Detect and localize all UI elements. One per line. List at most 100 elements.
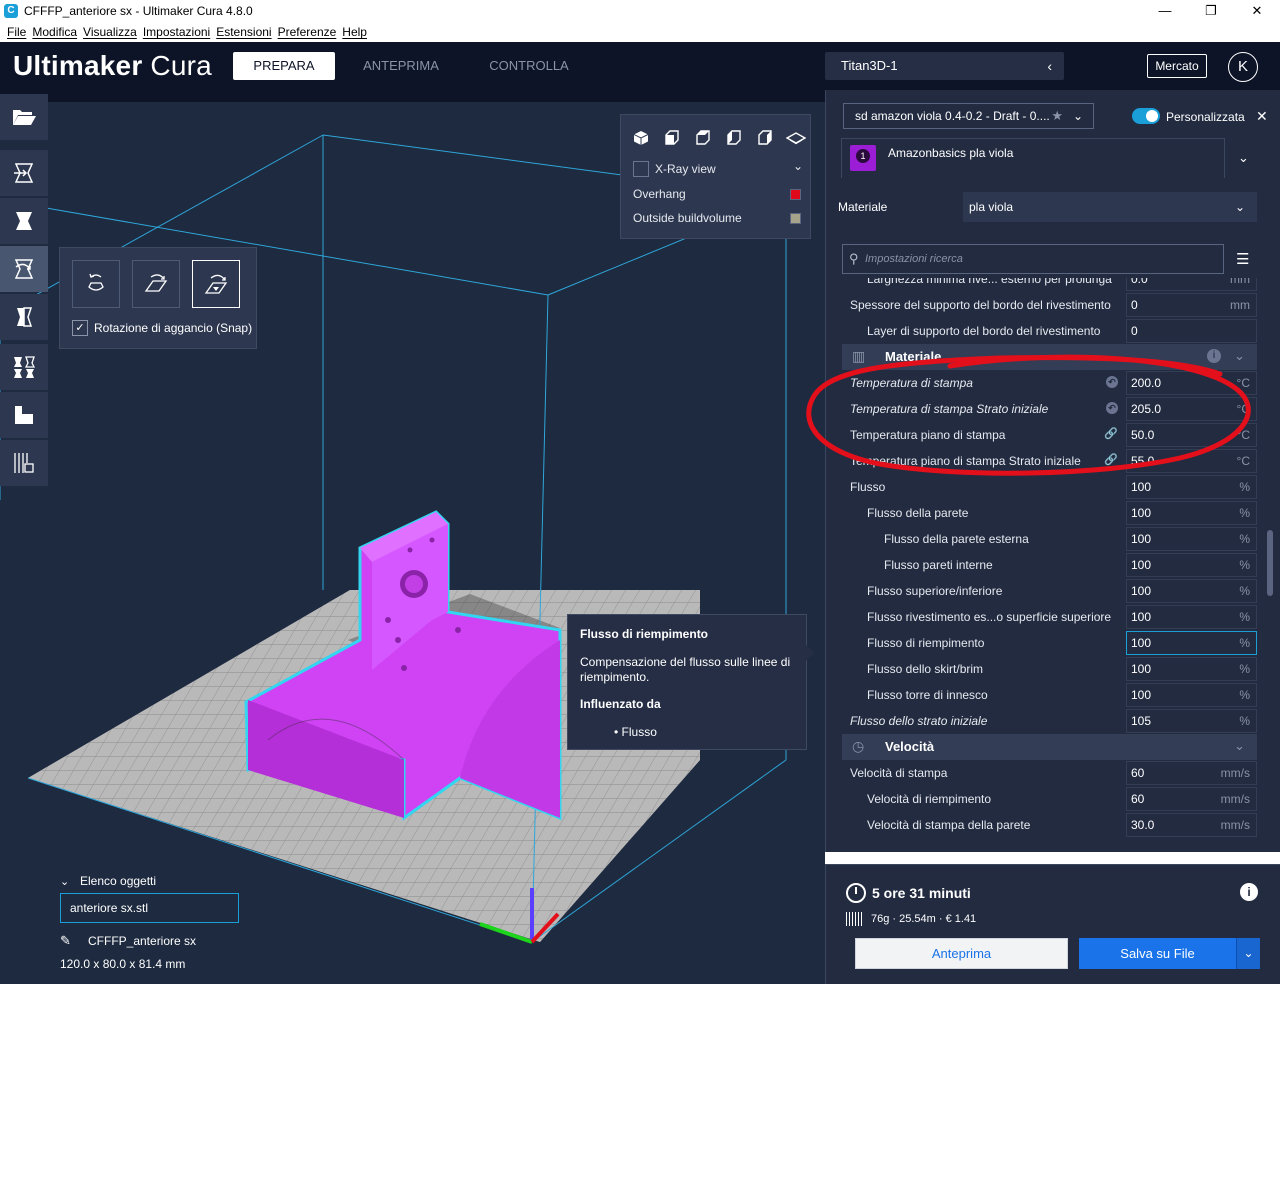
setting-value-input[interactable]: 55.0 °C bbox=[1126, 449, 1257, 473]
setting-value-input[interactable]: 0 bbox=[1126, 319, 1257, 343]
xray-view-selector[interactable]: X-Ray view ⌄ bbox=[633, 159, 803, 179]
setting-unit: % bbox=[1239, 688, 1250, 702]
mirror-tool-button[interactable] bbox=[0, 294, 48, 340]
setting-value-input[interactable]: 0 mm bbox=[1126, 293, 1257, 317]
settings-search-input[interactable]: ⚲ Impostazioni ricerca bbox=[842, 244, 1224, 274]
outside-buildvolume-swatch bbox=[790, 213, 801, 224]
3d-viewport[interactable]: Flusso di riempimento Compensazione del … bbox=[0, 102, 825, 984]
category-material[interactable]: ▥ Materiale i ⌄ bbox=[842, 344, 1257, 370]
3d-view-icon[interactable] bbox=[631, 129, 651, 147]
setting-label: Flusso pareti interne bbox=[884, 558, 993, 572]
extruder-tab[interactable]: 1 Amazonbasics pla viola bbox=[841, 138, 1225, 178]
support-blocker-button[interactable] bbox=[0, 392, 48, 438]
custom-mode-toggle[interactable] bbox=[1132, 108, 1160, 124]
minimize-button[interactable]: — bbox=[1142, 0, 1188, 22]
setting-label: Velocità di stampa bbox=[850, 766, 948, 780]
left-view-icon[interactable] bbox=[724, 129, 744, 147]
preview-button[interactable]: Anteprima bbox=[855, 938, 1068, 969]
object-list-header[interactable]: ⌄ Elenco oggetti bbox=[60, 872, 260, 890]
setting-value-input[interactable]: 100% bbox=[1126, 553, 1257, 577]
close-panel-button[interactable]: ✕ bbox=[1256, 108, 1268, 125]
setting-value-input[interactable]: 0.0 mm bbox=[1126, 278, 1257, 291]
setting-value-input[interactable]: 200.0 °C bbox=[1126, 371, 1257, 395]
setting-value-input[interactable]: 50.0 °C bbox=[1126, 423, 1257, 447]
custom-supports-button[interactable] bbox=[0, 440, 48, 486]
setting-value: 0 bbox=[1131, 298, 1138, 312]
setting-value-input[interactable]: 205.0 °C bbox=[1126, 397, 1257, 421]
setting-value: 205.0 bbox=[1131, 402, 1162, 416]
profile-selector[interactable]: sd amazon viola 0.4-0.2 - Draft - 0.... … bbox=[843, 103, 1094, 129]
legend-overhang: Overhang bbox=[633, 187, 801, 203]
setting-value: 30.0 bbox=[1131, 818, 1155, 832]
tab-monitor[interactable]: CONTROLLA bbox=[478, 52, 580, 80]
menu-extensions[interactable]: Estensioni bbox=[213, 25, 274, 39]
settings-scrollbar[interactable] bbox=[1267, 530, 1273, 596]
marketplace-button[interactable]: Mercato bbox=[1147, 54, 1207, 78]
top-view-icon[interactable] bbox=[693, 129, 713, 147]
setting-value-input[interactable]: 30.0 mm/s bbox=[1126, 813, 1257, 837]
menu-edit[interactable]: Modifica bbox=[29, 25, 80, 39]
setting-label: Flusso della parete esterna bbox=[884, 532, 1029, 546]
menu-view[interactable]: Visualizza bbox=[80, 25, 140, 39]
snap-rotation-checkbox[interactable]: ✓ Rotazione di aggancio (Snap) bbox=[72, 320, 252, 336]
chevron-down-icon[interactable]: ⌄ bbox=[1238, 150, 1249, 166]
info-icon[interactable]: i bbox=[1240, 883, 1258, 901]
per-model-settings-button[interactable] bbox=[0, 344, 48, 390]
tab-prepare[interactable]: PREPARA bbox=[233, 52, 335, 80]
account-avatar[interactable]: K bbox=[1228, 52, 1258, 82]
setting-value-input[interactable]: 100% bbox=[1126, 579, 1257, 603]
rotate-tool-button[interactable] bbox=[0, 246, 48, 292]
select-face-to-align-button[interactable] bbox=[192, 260, 240, 308]
pencil-icon[interactable]: ✎ bbox=[60, 933, 88, 949]
setting-value-input[interactable]: 100% bbox=[1126, 527, 1257, 551]
open-file-button[interactable] bbox=[0, 94, 48, 140]
close-window-button[interactable]: ✕ bbox=[1234, 0, 1280, 22]
setting-unit: °C bbox=[1236, 454, 1250, 468]
menu-help[interactable]: Help bbox=[339, 25, 370, 39]
setting-row: Flusso rivestimento es...o superficie su… bbox=[842, 604, 1257, 630]
xray-checkbox[interactable] bbox=[633, 161, 649, 177]
check-icon: ✓ bbox=[72, 320, 88, 336]
view-type-icon[interactable] bbox=[786, 129, 806, 147]
right-view-icon[interactable] bbox=[755, 129, 775, 147]
reset-icon[interactable]: ↶ bbox=[1106, 376, 1118, 388]
setting-label: Flusso di riempimento bbox=[867, 636, 985, 650]
setting-value-input[interactable]: 100% bbox=[1126, 683, 1257, 707]
setting-value-input[interactable]: 105% bbox=[1126, 709, 1257, 733]
setting-value-input[interactable]: 100% bbox=[1126, 605, 1257, 629]
printer-selector[interactable]: Titan3D-1 ‹ bbox=[825, 52, 1064, 80]
chevron-down-icon: ⌄ bbox=[60, 875, 70, 888]
setting-value-input[interactable]: 100% bbox=[1126, 631, 1257, 655]
info-icon[interactable]: i bbox=[1207, 349, 1221, 363]
menu-settings[interactable]: Impostazioni bbox=[140, 25, 213, 39]
scale-tool-button[interactable] bbox=[0, 198, 48, 244]
move-tool-button[interactable] bbox=[0, 150, 48, 196]
menu-preferences[interactable]: Preferenze bbox=[275, 25, 340, 39]
reset-icon[interactable]: ↶ bbox=[1106, 402, 1118, 414]
setting-value-input[interactable]: 60 mm/s bbox=[1126, 787, 1257, 811]
reset-rotation-button[interactable] bbox=[72, 260, 120, 308]
setting-value: 200.0 bbox=[1131, 376, 1162, 390]
setting-unit: mm bbox=[1230, 298, 1250, 312]
maximize-button[interactable]: ❐ bbox=[1188, 0, 1234, 22]
tooltip-description: Compensazione del flusso sulle linee di … bbox=[580, 655, 791, 684]
object-list-item[interactable]: anteriore sx.stl bbox=[60, 893, 239, 923]
setting-unit: % bbox=[1239, 532, 1250, 546]
setting-label: Larghezza minima rive... esterno per pro… bbox=[867, 278, 1112, 286]
setting-value-input[interactable]: 100% bbox=[1126, 501, 1257, 525]
settings-visibility-menu-icon[interactable]: ☰ bbox=[1236, 250, 1249, 268]
category-speed[interactable]: ◷ Velocità ⌄ bbox=[842, 734, 1257, 760]
save-dropdown-button[interactable]: ⌄ bbox=[1236, 938, 1260, 969]
menu-file[interactable]: File bbox=[4, 25, 29, 39]
lay-flat-button[interactable] bbox=[132, 260, 180, 308]
setting-tooltip: Flusso di riempimento Compensazione del … bbox=[567, 614, 814, 750]
save-to-file-button[interactable]: Salva su File bbox=[1079, 938, 1236, 969]
object-list-title: Elenco oggetti bbox=[80, 874, 157, 888]
setting-value-input[interactable]: 60 mm/s bbox=[1126, 761, 1257, 785]
front-view-icon[interactable] bbox=[662, 129, 682, 147]
setting-value-input[interactable]: 100% bbox=[1126, 475, 1257, 499]
tab-preview[interactable]: ANTEPRIMA bbox=[352, 52, 450, 80]
setting-value: 100 bbox=[1131, 610, 1152, 624]
material-selector[interactable]: pla viola ⌄ bbox=[963, 192, 1257, 222]
setting-value-input[interactable]: 100% bbox=[1126, 657, 1257, 681]
